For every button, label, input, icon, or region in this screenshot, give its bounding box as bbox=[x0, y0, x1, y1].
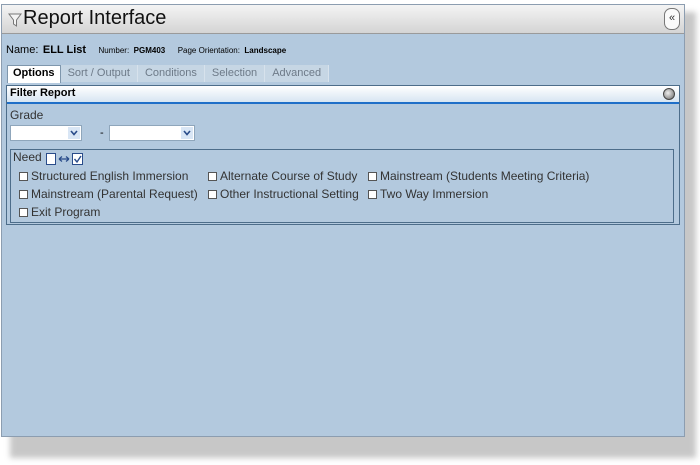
grade-range-separator: - bbox=[100, 127, 104, 139]
tab-options[interactable]: Options bbox=[7, 65, 61, 83]
grade-label: Grade bbox=[10, 108, 44, 122]
tab-advanced[interactable]: Advanced bbox=[265, 65, 330, 82]
title-bar: Report Interface « bbox=[2, 5, 684, 34]
report-info-row: Name: ELL List Number: PGM403 Page Orien… bbox=[6, 40, 294, 58]
window-title: Report Interface bbox=[23, 7, 167, 29]
filter-report-panel: Filter Report Grade - Need Structured En… bbox=[6, 85, 680, 225]
report-interface-window: Report Interface « Name: ELL List Number… bbox=[1, 4, 685, 437]
collapse-button[interactable]: « bbox=[664, 8, 680, 30]
option-label: Exit Program bbox=[31, 205, 101, 219]
orientation-label: Page Orientation: bbox=[177, 46, 240, 55]
need-group: Need Structured English Immersion Altern… bbox=[10, 149, 674, 223]
option-label: Mainstream (Parental Request) bbox=[31, 187, 198, 201]
checkbox-two-way-immersion[interactable] bbox=[368, 190, 377, 199]
select-all-icon[interactable] bbox=[46, 153, 86, 165]
checkbox-structured-english-immersion[interactable] bbox=[19, 172, 28, 181]
option-label: Two Way Immersion bbox=[380, 187, 489, 201]
panel-header: Filter Report bbox=[7, 86, 679, 104]
tab-bar: Options Sort / Output Conditions Selecti… bbox=[7, 65, 330, 83]
number-label: Number: bbox=[98, 46, 130, 55]
tab-selection[interactable]: Selection bbox=[204, 65, 266, 82]
tab-sort-output[interactable]: Sort / Output bbox=[60, 65, 138, 82]
option-label: Structured English Immersion bbox=[31, 169, 189, 183]
grade-to-select[interactable] bbox=[109, 125, 195, 141]
chevron-down-icon bbox=[181, 127, 193, 139]
chevron-down-icon bbox=[68, 127, 80, 139]
option-label: Mainstream (Students Meeting Criteria) bbox=[380, 169, 590, 183]
tab-conditions[interactable]: Conditions bbox=[137, 65, 205, 82]
collapse-circle-icon[interactable] bbox=[663, 88, 675, 100]
checkbox-other-instructional-setting[interactable] bbox=[208, 190, 217, 199]
option-label: Other Instructional Setting bbox=[220, 187, 359, 201]
orientation-value: Landscape bbox=[244, 46, 287, 55]
panel-title: Filter Report bbox=[10, 87, 76, 99]
grade-from-select[interactable] bbox=[10, 125, 82, 141]
name-label: Name: bbox=[6, 44, 39, 56]
funnel-icon bbox=[8, 13, 22, 27]
checkbox-mainstream-parental-request[interactable] bbox=[19, 190, 28, 199]
checkbox-exit-program[interactable] bbox=[19, 208, 28, 217]
checkbox-alternate-course-of-study[interactable] bbox=[208, 172, 217, 181]
name-value: ELL List bbox=[42, 44, 87, 56]
double-chevron-left-icon: « bbox=[668, 12, 676, 24]
checkbox-mainstream-students-meeting-criteria[interactable] bbox=[368, 172, 377, 181]
need-label: Need bbox=[13, 150, 42, 164]
option-label: Alternate Course of Study bbox=[220, 169, 358, 183]
number-value: PGM403 bbox=[133, 46, 166, 55]
